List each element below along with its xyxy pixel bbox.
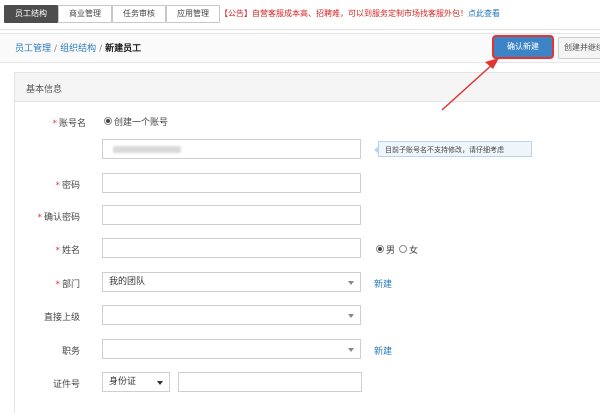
- position-label: 职务: [61, 347, 80, 357]
- id-type-value: 身份证: [109, 377, 137, 387]
- breadcrumb-separator: /: [54, 44, 58, 54]
- nav-tab-task-review[interactable]: 任务审核: [112, 5, 166, 23]
- password-label: * 密码: [55, 181, 80, 191]
- nav-tab-app-management[interactable]: 应用管理: [166, 5, 220, 23]
- department-select[interactable]: 我的团队: [102, 272, 361, 292]
- required-mark: *: [55, 280, 60, 290]
- create-account-radio[interactable]: [104, 117, 112, 125]
- breadcrumb-staff-management[interactable]: 员工管理: [15, 44, 51, 54]
- confirm-password-label: * 确认密码: [37, 213, 80, 223]
- required-mark: *: [52, 119, 57, 129]
- required-mark: *: [55, 246, 60, 256]
- gender-male-radio[interactable]: [376, 245, 384, 253]
- password-input[interactable]: [102, 173, 361, 193]
- divider: [0, 29, 600, 30]
- confirm-create-button[interactable]: 确认新建: [494, 37, 552, 57]
- account-value-redacted: [113, 146, 181, 153]
- department-value: 我的团队: [109, 277, 146, 287]
- account-label: * 账号名: [52, 119, 86, 129]
- announcement: 【公告】自营客服成本高、招聘难，可以到服务定制市场找客服外包！点此查看: [220, 8, 500, 19]
- gender-male-label: 男: [386, 246, 396, 256]
- breadcrumb: 员工管理 / 组织结构 / 新建员工: [15, 41, 141, 54]
- section-title: 基本信息: [26, 85, 63, 95]
- chevron-down-icon: [348, 281, 354, 285]
- nav-tab-staff-structure[interactable]: 员工结构: [4, 5, 58, 23]
- section-header: [15, 73, 600, 102]
- name-label: * 姓名: [55, 246, 80, 256]
- account-tip: 目前子账号名不支持修改，请仔细考虑: [374, 141, 532, 157]
- create-and-continue-button[interactable]: 创建并继续: [558, 37, 600, 59]
- chevron-down-icon: [348, 348, 354, 352]
- create-account-label: 创建一个账号: [114, 118, 169, 128]
- id-type-select[interactable]: 身份证: [102, 372, 170, 392]
- id-number-input[interactable]: [178, 372, 362, 392]
- department-label: * 部门: [55, 280, 80, 290]
- breadcrumb-separator: /: [99, 44, 103, 54]
- new-department-link[interactable]: 新建: [374, 277, 392, 290]
- chevron-down-icon: [348, 314, 354, 318]
- chevron-down-icon: [157, 381, 163, 385]
- required-mark: *: [55, 181, 60, 191]
- account-input[interactable]: [102, 139, 361, 159]
- nav-tab-business[interactable]: 商业管理: [58, 5, 112, 23]
- breadcrumb-org-structure[interactable]: 组织结构: [60, 44, 96, 54]
- id-number-label: 证件号: [52, 380, 80, 390]
- gender-female-label: 女: [409, 246, 419, 256]
- position-select[interactable]: [102, 339, 361, 359]
- required-mark: *: [37, 213, 42, 223]
- gender-female-radio[interactable]: [399, 245, 407, 253]
- supervisor-label: 直接上级: [43, 313, 80, 323]
- page-title: 新建员工: [105, 44, 142, 54]
- announcement-link[interactable]: 点此查看: [468, 9, 500, 18]
- new-position-link[interactable]: 新建: [374, 344, 392, 357]
- announcement-text: 【公告】自营客服成本高、招聘难，可以到服务定制市场找客服外包！: [220, 9, 468, 18]
- confirm-password-input[interactable]: [102, 205, 361, 225]
- name-input[interactable]: [102, 238, 361, 258]
- supervisor-select[interactable]: [102, 305, 361, 325]
